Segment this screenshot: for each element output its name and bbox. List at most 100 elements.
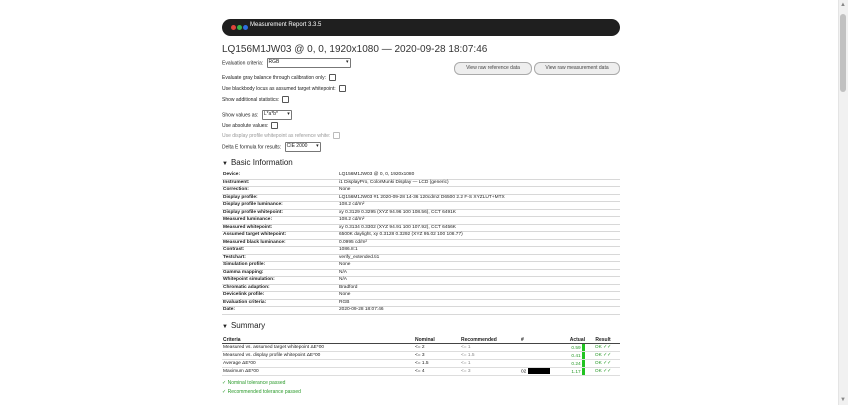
number-cell: 02 — [520, 367, 554, 376]
scrollbar-thumb[interactable] — [840, 14, 846, 92]
result-cell: OK ✓✓ — [586, 351, 620, 360]
evaluation-criteria-row: Evaluation criteria: RGB ▾ — [222, 58, 351, 68]
info-row: Contrast: 1086.8:1 — [222, 246, 620, 255]
info-value: None — [338, 261, 620, 270]
info-row: Display profile whitepoint: xy 0.3129 0.3… — [222, 209, 620, 217]
pass-bar — [582, 368, 585, 375]
info-row: Correction: None — [222, 186, 620, 195]
result-cell: OK ✓✓ — [586, 359, 620, 368]
info-row: Date: 2020-09-28 18:07:46 — [222, 306, 620, 315]
col-header: Criteria — [222, 336, 414, 344]
summary-row: Measured vs. display profile whitepoint … — [222, 351, 620, 360]
delta-e-select[interactable]: CIE 2000 ▾ — [284, 142, 321, 152]
info-key: Measured whitepoint: — [222, 224, 338, 232]
info-value: None — [338, 186, 620, 195]
display-profile-wp-checkbox[interactable] — [333, 132, 341, 139]
basic-info-title: Basic Information — [230, 158, 293, 167]
nominal-cell: <= 4 — [414, 367, 460, 376]
nominal-legend: ✓ Nominal tolerance passed — [222, 380, 286, 386]
pass-bar — [582, 360, 585, 367]
info-row: Assumed target whitepoint: 6500K daylight… — [222, 231, 620, 240]
view-raw-measurement-button[interactable]: View raw measurement data — [534, 62, 620, 75]
info-row: Display profile: LQ156M1JW03 #1 2020-09-2… — [222, 194, 620, 202]
result-cell: OK ✓✓ — [586, 367, 620, 376]
summary-header-row: Criteria Nominal Recommended # Actual Re… — [222, 336, 620, 344]
additional-stats-row: Show additional statistics: — [222, 96, 290, 103]
info-key: Device: — [222, 172, 338, 180]
additional-stats-checkbox[interactable] — [282, 96, 290, 103]
summary-heading[interactable]: ▼ Summary — [222, 321, 265, 330]
nominal-cell: <= 3 — [414, 351, 460, 360]
actual-value: 0.59 — [571, 345, 581, 351]
info-value: 2020-09-28 18:07:46 — [338, 306, 620, 315]
blackbody-row: Use blackbody locus as assumed target wh… — [222, 85, 346, 92]
info-row: Chromatic adaption: Bradford — [222, 284, 620, 292]
actual-cell: 1.17 — [554, 367, 586, 376]
info-key: Devicelink profile: — [222, 291, 338, 300]
criteria-cell: Average ΔE*00 — [222, 359, 414, 368]
info-value: i1 DisplayPro, ColorMunki Display — LCD … — [338, 179, 620, 187]
info-value: Bradford — [338, 284, 620, 292]
info-row: Measured black luminance: 0.0995 cd/m² — [222, 239, 620, 247]
delta-e-value: CIE 2000 — [286, 143, 308, 149]
gray-balance-row: Evaluate gray balance through calibratio… — [222, 74, 336, 81]
actual-cell: 0.41 — [554, 351, 586, 360]
delta-e-label: Delta E formula for results: — [222, 144, 282, 151]
info-row: Measured luminance: 108.2 cd/m² — [222, 216, 620, 225]
show-values-select[interactable]: L*a*b* ▾ — [261, 110, 292, 120]
info-key: Display profile: — [222, 194, 338, 202]
info-value: 0.0995 cd/m² — [338, 239, 620, 247]
absolute-values-checkbox[interactable] — [271, 122, 279, 129]
nominal-cell: <= 1.5 — [414, 359, 460, 368]
absolute-values-label: Use absolute values: — [222, 122, 269, 129]
scroll-up-arrow-icon[interactable]: ▲ — [840, 2, 846, 8]
info-key: Assumed target whitepoint: — [222, 231, 338, 240]
info-key: Whitepoint simulation: — [222, 276, 338, 285]
info-row: Instrument: i1 DisplayPro, ColorMunki Dis… — [222, 179, 620, 187]
report-title: Measurement Report 3.3.5 — [250, 22, 322, 28]
actual-cell: 0.59 — [554, 343, 586, 352]
basic-info-heading[interactable]: ▼ Basic Information — [222, 158, 293, 167]
chevron-down-icon: ▾ — [287, 111, 290, 117]
evaluation-criteria-label: Evaluation criteria: — [222, 60, 264, 67]
criteria-cell: Measured vs. assumed target whitepoint Δ… — [222, 343, 414, 352]
info-value: 108.2 cd/m² — [338, 216, 620, 225]
report-titlebar: Measurement Report 3.3.5 — [222, 19, 620, 36]
number-cell — [520, 351, 554, 360]
info-value: N/A — [338, 276, 620, 285]
info-row: Simulation profile: None — [222, 261, 620, 270]
additional-stats-label: Show additional statistics: — [222, 96, 280, 103]
view-raw-reference-button[interactable]: View raw reference data — [454, 62, 532, 75]
display-profile-wp-row: Use display profile whitepoint as refere… — [222, 132, 341, 139]
info-value: 1086.8:1 — [338, 246, 620, 255]
evaluation-criteria-value: RGB — [268, 59, 280, 65]
criteria-cell: Maximum ΔE*00 — [222, 367, 414, 376]
result-cell: OK ✓✓ — [586, 343, 620, 352]
info-key: Chromatic adaption: — [222, 284, 338, 292]
collapse-triangle-icon: ▼ — [222, 324, 228, 330]
recommended-cell: <= 1.5 — [460, 351, 520, 360]
info-row: Display profile luminance: 108.2 cd/m² — [222, 201, 620, 210]
gray-balance-checkbox[interactable] — [328, 74, 336, 81]
blackbody-checkbox[interactable] — [338, 85, 346, 92]
col-header: Actual — [554, 336, 586, 344]
info-key: Display profile luminance: — [222, 201, 338, 210]
info-key: Display profile whitepoint: — [222, 209, 338, 217]
green-dot-icon — [237, 25, 242, 30]
info-value: RGB — [338, 299, 620, 307]
vertical-scrollbar[interactable]: ▲ ▼ — [838, 0, 848, 405]
info-value: 6500K daylight, xy 0.3128 0.3292 (XYZ 95… — [338, 231, 620, 240]
info-row: Whitepoint simulation: N/A — [222, 276, 620, 285]
display-profile-wp-label: Use display profile whitepoint as refere… — [222, 132, 331, 139]
col-header: Result — [586, 336, 620, 344]
info-row: Evaluation criteria: RGB — [222, 299, 620, 307]
actual-value: 0.24 — [571, 361, 581, 367]
basic-info-table: Device: LQ156M1JW03 @ 0, 0, 1920x1080 Inst… — [222, 172, 620, 315]
scroll-down-arrow-icon[interactable]: ▼ — [840, 397, 846, 403]
evaluation-criteria-select[interactable]: RGB ▾ — [266, 58, 351, 68]
actual-cell: 0.24 — [554, 359, 586, 368]
info-value: None — [338, 291, 620, 300]
info-value: verify_extended.ti1 — [338, 254, 620, 262]
info-key: Evaluation criteria: — [222, 299, 338, 307]
number-cell — [520, 359, 554, 368]
